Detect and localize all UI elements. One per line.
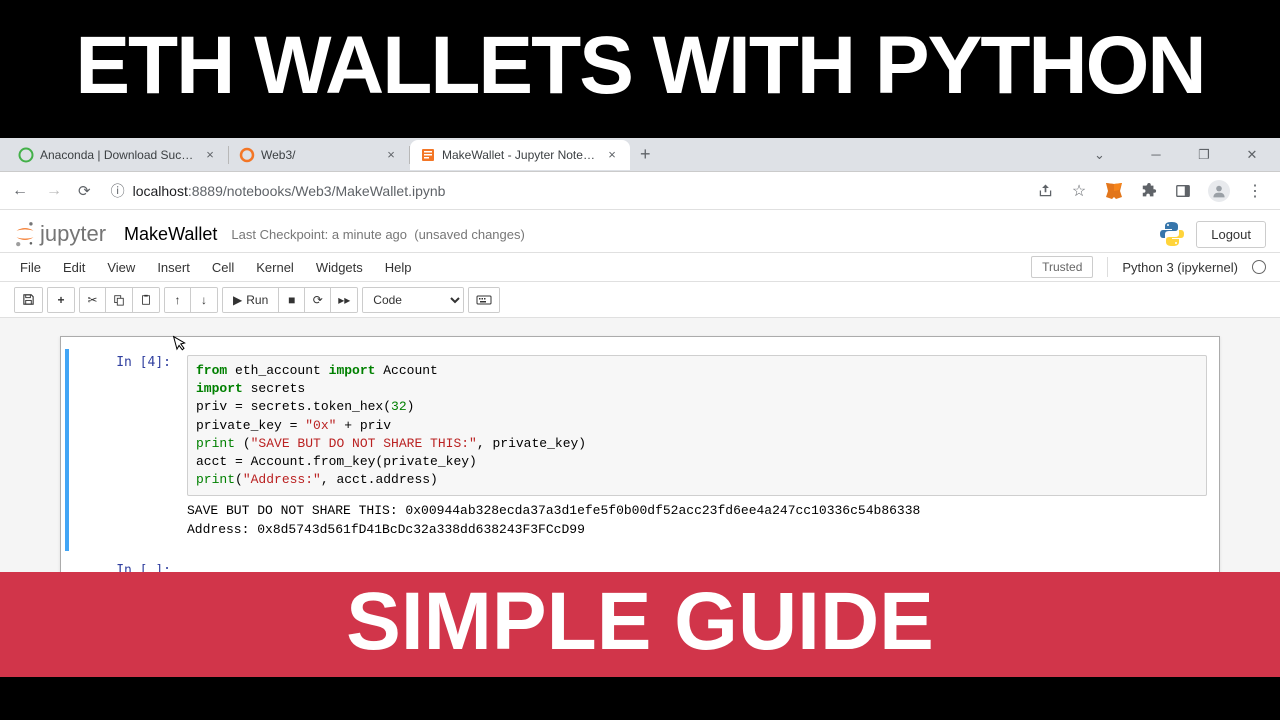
celltype-select[interactable]: Code [363, 288, 463, 312]
menu-cell[interactable]: Cell [212, 260, 234, 275]
close-icon[interactable]: × [383, 147, 399, 163]
address-bar: ← → ⟳ ⓘ localhost:8889/notebooks/Web3/Ma… [0, 172, 1280, 210]
reload-icon[interactable]: ⟳ [78, 182, 91, 200]
jupyter-logo-text: jupyter [40, 221, 106, 247]
checkpoint-text: Last Checkpoint: a minute ago (unsaved c… [231, 227, 524, 242]
tab-anaconda[interactable]: Anaconda | Download Success P × [8, 140, 228, 170]
tab-web3[interactable]: Web3/ × [229, 140, 409, 170]
window-close-icon[interactable]: ✕ [1238, 147, 1266, 163]
banner-footer-black [0, 677, 1280, 720]
menu-edit[interactable]: Edit [63, 260, 85, 275]
profile-avatar-icon[interactable] [1208, 180, 1230, 202]
code-cell[interactable]: In [4]: from eth_account import Account … [65, 349, 1215, 551]
tab-title: MakeWallet - Jupyter Notebook [442, 148, 598, 162]
extensions-icon[interactable] [1140, 182, 1158, 200]
menu-insert[interactable]: Insert [157, 260, 190, 275]
notebook-title[interactable]: MakeWallet [124, 224, 217, 245]
run-button[interactable]: ▶ Run [223, 288, 279, 312]
save-icon[interactable] [15, 288, 42, 312]
tabs-dropdown-icon[interactable]: ⌄ [1094, 147, 1122, 163]
close-icon[interactable]: × [604, 147, 620, 163]
code-output: SAVE BUT DO NOT SHARE THIS: 0x00944ab328… [187, 496, 1207, 544]
trusted-badge[interactable]: Trusted [1031, 256, 1093, 278]
forward-icon: → [44, 182, 64, 200]
tab-title: Anaconda | Download Success P [40, 148, 196, 162]
metamask-icon[interactable] [1104, 182, 1124, 200]
paste-icon[interactable] [133, 288, 159, 312]
tab-makewallet[interactable]: MakeWallet - Jupyter Notebook × [410, 140, 630, 170]
notebook-container: In [4]: from eth_account import Account … [60, 336, 1220, 591]
move-down-icon[interactable]: ↓ [191, 288, 217, 312]
url-input[interactable]: ⓘ localhost:8889/notebooks/Web3/MakeWall… [105, 181, 1022, 201]
toolbar: + ✂ ↑ ↓ ▶ Run ■ ⟳ ▸▸ Code [0, 282, 1280, 318]
kernel-indicator-icon [1252, 260, 1266, 274]
jupyter-folder-icon [239, 147, 255, 163]
close-icon[interactable]: × [202, 147, 218, 163]
menubar: File Edit View Insert Cell Kernel Widget… [0, 252, 1280, 282]
minimize-icon[interactable]: ─ [1142, 147, 1170, 162]
bookmark-star-icon[interactable]: ☆ [1070, 182, 1088, 200]
code-input[interactable]: from eth_account import Account import s… [187, 355, 1207, 496]
menu-kernel[interactable]: Kernel [256, 260, 294, 275]
back-icon[interactable]: ← [10, 182, 30, 200]
notebook-icon [420, 147, 436, 163]
restart-run-all-icon[interactable]: ▸▸ [331, 288, 357, 312]
tab-title: Web3/ [261, 148, 377, 162]
maximize-icon[interactable]: ❐ [1190, 147, 1218, 163]
anaconda-icon [18, 147, 34, 163]
insert-cell-icon[interactable]: + [48, 288, 74, 312]
banner-bottom: SIMPLE GUIDE [0, 572, 1280, 677]
banner-top: ETH WALLETS WITH PYTHON [0, 0, 1280, 138]
url-text: localhost:8889/notebooks/Web3/MakeWallet… [133, 183, 446, 199]
jupyter-logo[interactable]: jupyter [14, 220, 106, 248]
input-prompt: In [4]: [69, 349, 179, 551]
browser-tabs-bar: Anaconda | Download Success P × Web3/ × … [0, 138, 1280, 172]
share-icon[interactable] [1036, 182, 1054, 200]
interrupt-icon[interactable]: ■ [279, 288, 305, 312]
new-tab-button[interactable]: + [630, 144, 661, 165]
kernel-name[interactable]: Python 3 (ipykernel) [1122, 260, 1238, 275]
python-icon [1158, 220, 1186, 248]
menu-file[interactable]: File [20, 260, 41, 275]
site-info-icon[interactable]: ⓘ [111, 181, 125, 201]
cut-icon[interactable]: ✂ [80, 288, 106, 312]
command-palette-icon[interactable] [469, 288, 499, 312]
menu-view[interactable]: View [107, 260, 135, 275]
logout-button[interactable]: Logout [1196, 221, 1266, 248]
jupyter-header: jupyter MakeWallet Last Checkpoint: a mi… [0, 210, 1280, 252]
menu-dots-icon[interactable]: ⋮ [1246, 182, 1264, 200]
restart-icon[interactable]: ⟳ [305, 288, 331, 312]
move-up-icon[interactable]: ↑ [165, 288, 191, 312]
sidepanel-icon[interactable] [1174, 182, 1192, 200]
cell-body: from eth_account import Account import s… [179, 349, 1215, 551]
menu-widgets[interactable]: Widgets [316, 260, 363, 275]
window-controls: ⌄ ─ ❐ ✕ [1094, 147, 1280, 163]
menu-help[interactable]: Help [385, 260, 412, 275]
copy-icon[interactable] [106, 288, 133, 312]
